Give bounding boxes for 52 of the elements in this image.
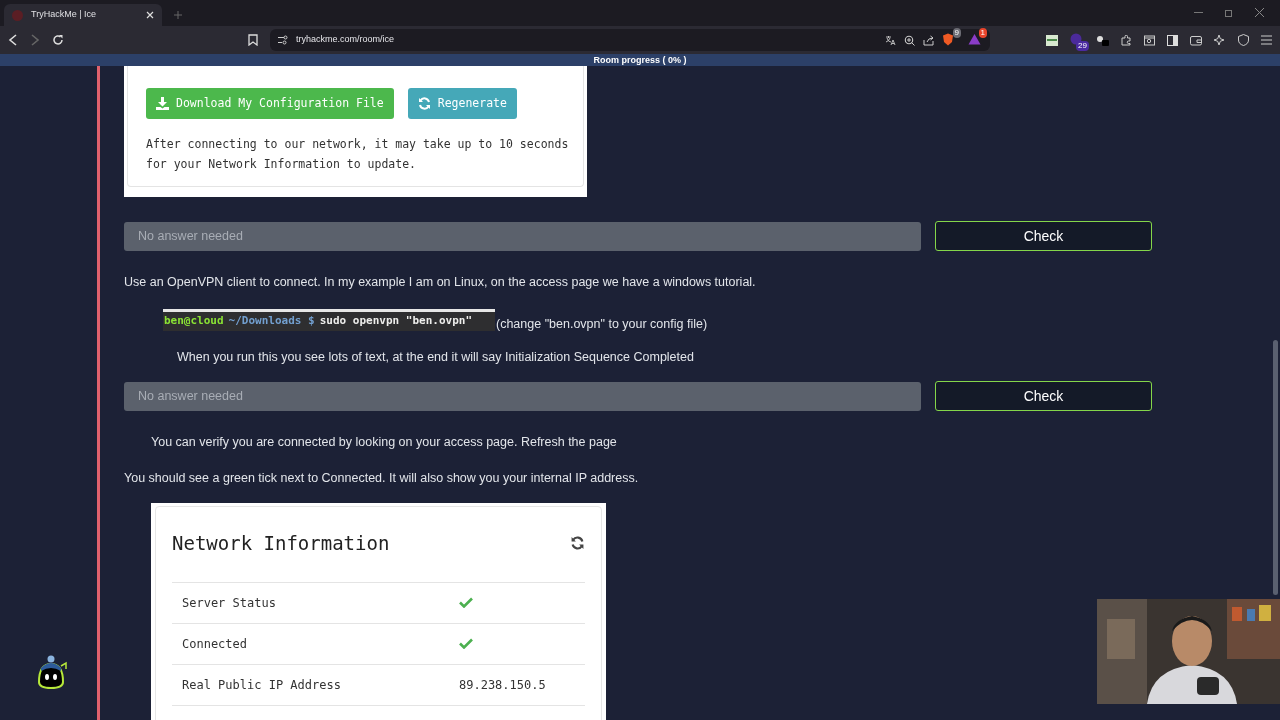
translate-icon[interactable] [885,34,896,46]
minimize-icon[interactable] [1194,11,1203,14]
row-value: 89.238.150.5 [459,676,546,694]
browser-tab[interactable]: TryHackMe | Ice [4,4,162,26]
site-settings-icon[interactable] [278,35,288,45]
bookmark-icon[interactable] [248,34,258,46]
terminal-command: ben@cloud ~/Downloads $ sudo openvpn "ben.ovpn" [163,309,495,331]
address-bar[interactable]: tryhackme.com/room/ice 9 1 [270,29,990,51]
scrollbar[interactable] [1273,340,1278,595]
wallet-icon[interactable] [1190,34,1202,46]
reload-icon[interactable] [52,34,64,46]
paragraph-text: Use an OpenVPN client to connect. In my example I am on Linux, on the access page we have a windows tutorial. [124,274,757,290]
badge-count: 1 [978,28,987,38]
extension-icon[interactable] [1070,33,1082,45]
puzzle-icon[interactable] [1121,34,1132,46]
row-label: Server Status [182,594,277,612]
progress-banner-text: Room progress ( 0% ) [593,55,687,65]
calendar-icon[interactable] [1046,34,1058,46]
badge-count: 29 [1076,41,1089,51]
close-icon[interactable] [1255,8,1264,17]
back-icon[interactable] [8,34,18,46]
card-title: Network Information [172,531,390,556]
url-text: tryhackme.com/room/ice [296,33,395,47]
paragraph-text: You should see a green tick next to Connected. It will also show you your internal IP address. [124,470,640,486]
sidebar-icon[interactable] [1167,34,1178,46]
row-label: Real Public IP Address [182,676,342,694]
paragraph-text: When you run this you see lots of text, at the end it will say Initialization Sequence Completed [176,349,695,365]
refresh-icon[interactable] [570,536,585,551]
menu-icon[interactable] [1261,35,1272,45]
favicon-icon [12,9,23,21]
download-icon [156,97,169,110]
forward-icon[interactable] [30,34,40,46]
check-icon [459,638,473,649]
vpn-shield-icon[interactable] [1238,34,1249,46]
triangle-icon[interactable] [968,33,981,45]
badge-count: 9 [952,28,961,38]
tab-title: TryHackMe | Ice [31,8,97,22]
answer-field[interactable]: No answer needed [124,381,921,411]
note-text: (change "ben.ovpn" to your config file) [496,316,708,334]
paragraph-text: You can verify you are connected by looking on your access page. Refresh the page [150,434,618,450]
answer-field[interactable]: No answer needed [124,221,921,251]
row-label: Connected [182,635,249,653]
instruction-text: After connecting to our network, it may take up to 10 seconds for your Network Information to update. [146,136,570,173]
share-icon[interactable] [923,34,934,46]
check-button[interactable]: Check [935,381,1152,411]
zoom-icon[interactable] [904,34,915,46]
refresh-icon [417,97,431,110]
check-icon [459,597,473,608]
check-button[interactable]: Check [935,221,1152,251]
restore-icon[interactable] [1225,8,1233,17]
window-search-icon[interactable] [1144,34,1155,46]
sparkle-icon[interactable] [1214,34,1226,46]
